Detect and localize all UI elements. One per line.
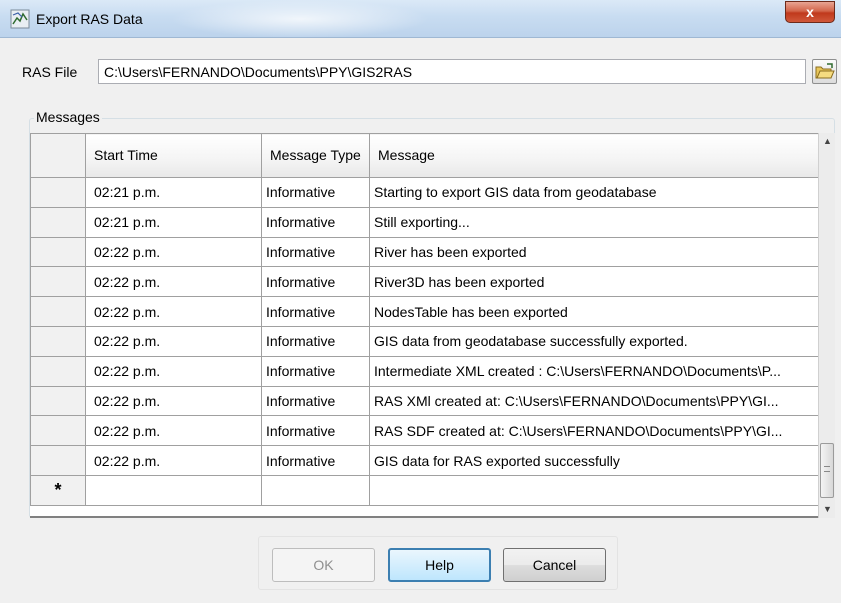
header-row: Start Time Message Type Message: [30, 133, 818, 178]
new-row-marker: *: [30, 474, 86, 506]
messages-group-label: Messages: [34, 109, 102, 125]
cell-message-type: Informative: [261, 385, 370, 417]
cell-message: River has been exported: [369, 236, 818, 268]
cell-message: GIS data from geodatabase successfully e…: [369, 325, 818, 357]
scroll-up-arrow-icon[interactable]: ▲: [819, 133, 836, 150]
row-header[interactable]: [30, 206, 86, 238]
new-row-cell-message[interactable]: [369, 474, 818, 506]
row-header[interactable]: [30, 296, 86, 327]
new-row-cell-start-time[interactable]: [85, 474, 262, 506]
row-header[interactable]: [30, 355, 86, 387]
row-header[interactable]: [30, 325, 86, 357]
table-row[interactable]: 02:22 p.m. Informative GIS data from geoda…: [30, 325, 818, 357]
cell-message-type: Informative: [261, 415, 370, 447]
cell-message-type: Informative: [261, 445, 370, 476]
ras-file-label: RAS File: [22, 64, 78, 80]
title-bar: Export RAS Data x: [0, 0, 841, 38]
cell-start-time: 02:22 p.m.: [85, 415, 262, 447]
cell-message: River3D has been exported: [369, 266, 818, 298]
cell-message-type: Informative: [261, 236, 370, 268]
header-corner: [30, 133, 86, 178]
cell-start-time: 02:22 p.m.: [85, 325, 262, 357]
cell-message-type: Informative: [261, 177, 370, 208]
messages-table: Start Time Message Type Message 02:21 p.…: [30, 133, 818, 506]
cell-message: RAS XMl created at: C:\Users\FERNANDO\Do…: [369, 385, 818, 417]
table-row[interactable]: 02:22 p.m. Informative Intermediate XML cr…: [30, 355, 818, 387]
cell-message: Intermediate XML created : C:\Users\FERN…: [369, 355, 818, 387]
column-header-message[interactable]: Message: [369, 133, 818, 178]
cell-start-time: 02:21 p.m.: [85, 206, 262, 238]
cell-start-time: 02:22 p.m.: [85, 236, 262, 268]
scroll-thumb[interactable]: [820, 443, 834, 498]
table-row[interactable]: 02:22 p.m. Informative River has been expo…: [30, 236, 818, 268]
table-row[interactable]: 02:21 p.m. Informative Starting to export …: [30, 177, 818, 208]
help-button[interactable]: Help: [388, 548, 491, 582]
table-row[interactable]: 02:21 p.m. Informative Still exporting...: [30, 206, 818, 238]
table-row[interactable]: 02:22 p.m. Informative River3D has been ex…: [30, 266, 818, 298]
cell-start-time: 02:21 p.m.: [85, 177, 262, 208]
scroll-thumb-grip: [824, 466, 830, 472]
vertical-scrollbar[interactable]: ▲ ▼: [818, 133, 835, 518]
cell-start-time: 02:22 p.m.: [85, 385, 262, 417]
cell-message-type: Informative: [261, 325, 370, 357]
cell-start-time: 02:22 p.m.: [85, 296, 262, 327]
cell-message-type: Informative: [261, 206, 370, 238]
cell-message: GIS data for RAS exported successfully: [369, 445, 818, 476]
cell-message: NodesTable has been exported: [369, 296, 818, 327]
column-header-message-type[interactable]: Message Type: [261, 133, 370, 178]
cell-start-time: 02:22 p.m.: [85, 445, 262, 476]
row-header[interactable]: [30, 266, 86, 298]
app-icon: [10, 9, 30, 29]
new-row[interactable]: *: [30, 474, 818, 506]
row-header[interactable]: [30, 445, 86, 476]
row-header[interactable]: [30, 385, 86, 417]
folder-open-icon: [815, 63, 835, 79]
close-button[interactable]: x: [785, 1, 835, 23]
table-row[interactable]: 02:22 p.m. Informative RAS SDF created at:…: [30, 415, 818, 447]
cell-message-type: Informative: [261, 296, 370, 327]
table-row[interactable]: 02:22 p.m. Informative NodesTable has been…: [30, 296, 818, 327]
column-header-start-time[interactable]: Start Time: [85, 133, 262, 178]
table-row[interactable]: 02:22 p.m. Informative GIS data for RAS ex…: [30, 445, 818, 476]
new-row-cell-message-type[interactable]: [261, 474, 370, 506]
cancel-button[interactable]: Cancel: [503, 548, 606, 582]
cell-start-time: 02:22 p.m.: [85, 355, 262, 387]
cell-message: Still exporting...: [369, 206, 818, 238]
window-title: Export RAS Data: [36, 11, 143, 27]
messages-table-body: 02:21 p.m. Informative Starting to export …: [30, 177, 818, 506]
messages-grid[interactable]: Start Time Message Type Message 02:21 p.…: [30, 133, 818, 518]
title-glow: [170, 0, 430, 38]
cell-message: Starting to export GIS data from geodata…: [369, 177, 818, 208]
ras-file-input[interactable]: [98, 59, 806, 84]
table-row[interactable]: 02:22 p.m. Informative RAS XMl created at:…: [30, 385, 818, 417]
row-header[interactable]: [30, 415, 86, 447]
row-header[interactable]: [30, 236, 86, 268]
cell-message-type: Informative: [261, 266, 370, 298]
cell-start-time: 02:22 p.m.: [85, 266, 262, 298]
cell-message-type: Informative: [261, 355, 370, 387]
ok-button[interactable]: OK: [272, 548, 375, 582]
row-header[interactable]: [30, 177, 86, 208]
scroll-down-arrow-icon[interactable]: ▼: [819, 501, 836, 518]
cell-message: RAS SDF created at: C:\Users\FERNANDO\Do…: [369, 415, 818, 447]
browse-button[interactable]: [812, 59, 837, 84]
